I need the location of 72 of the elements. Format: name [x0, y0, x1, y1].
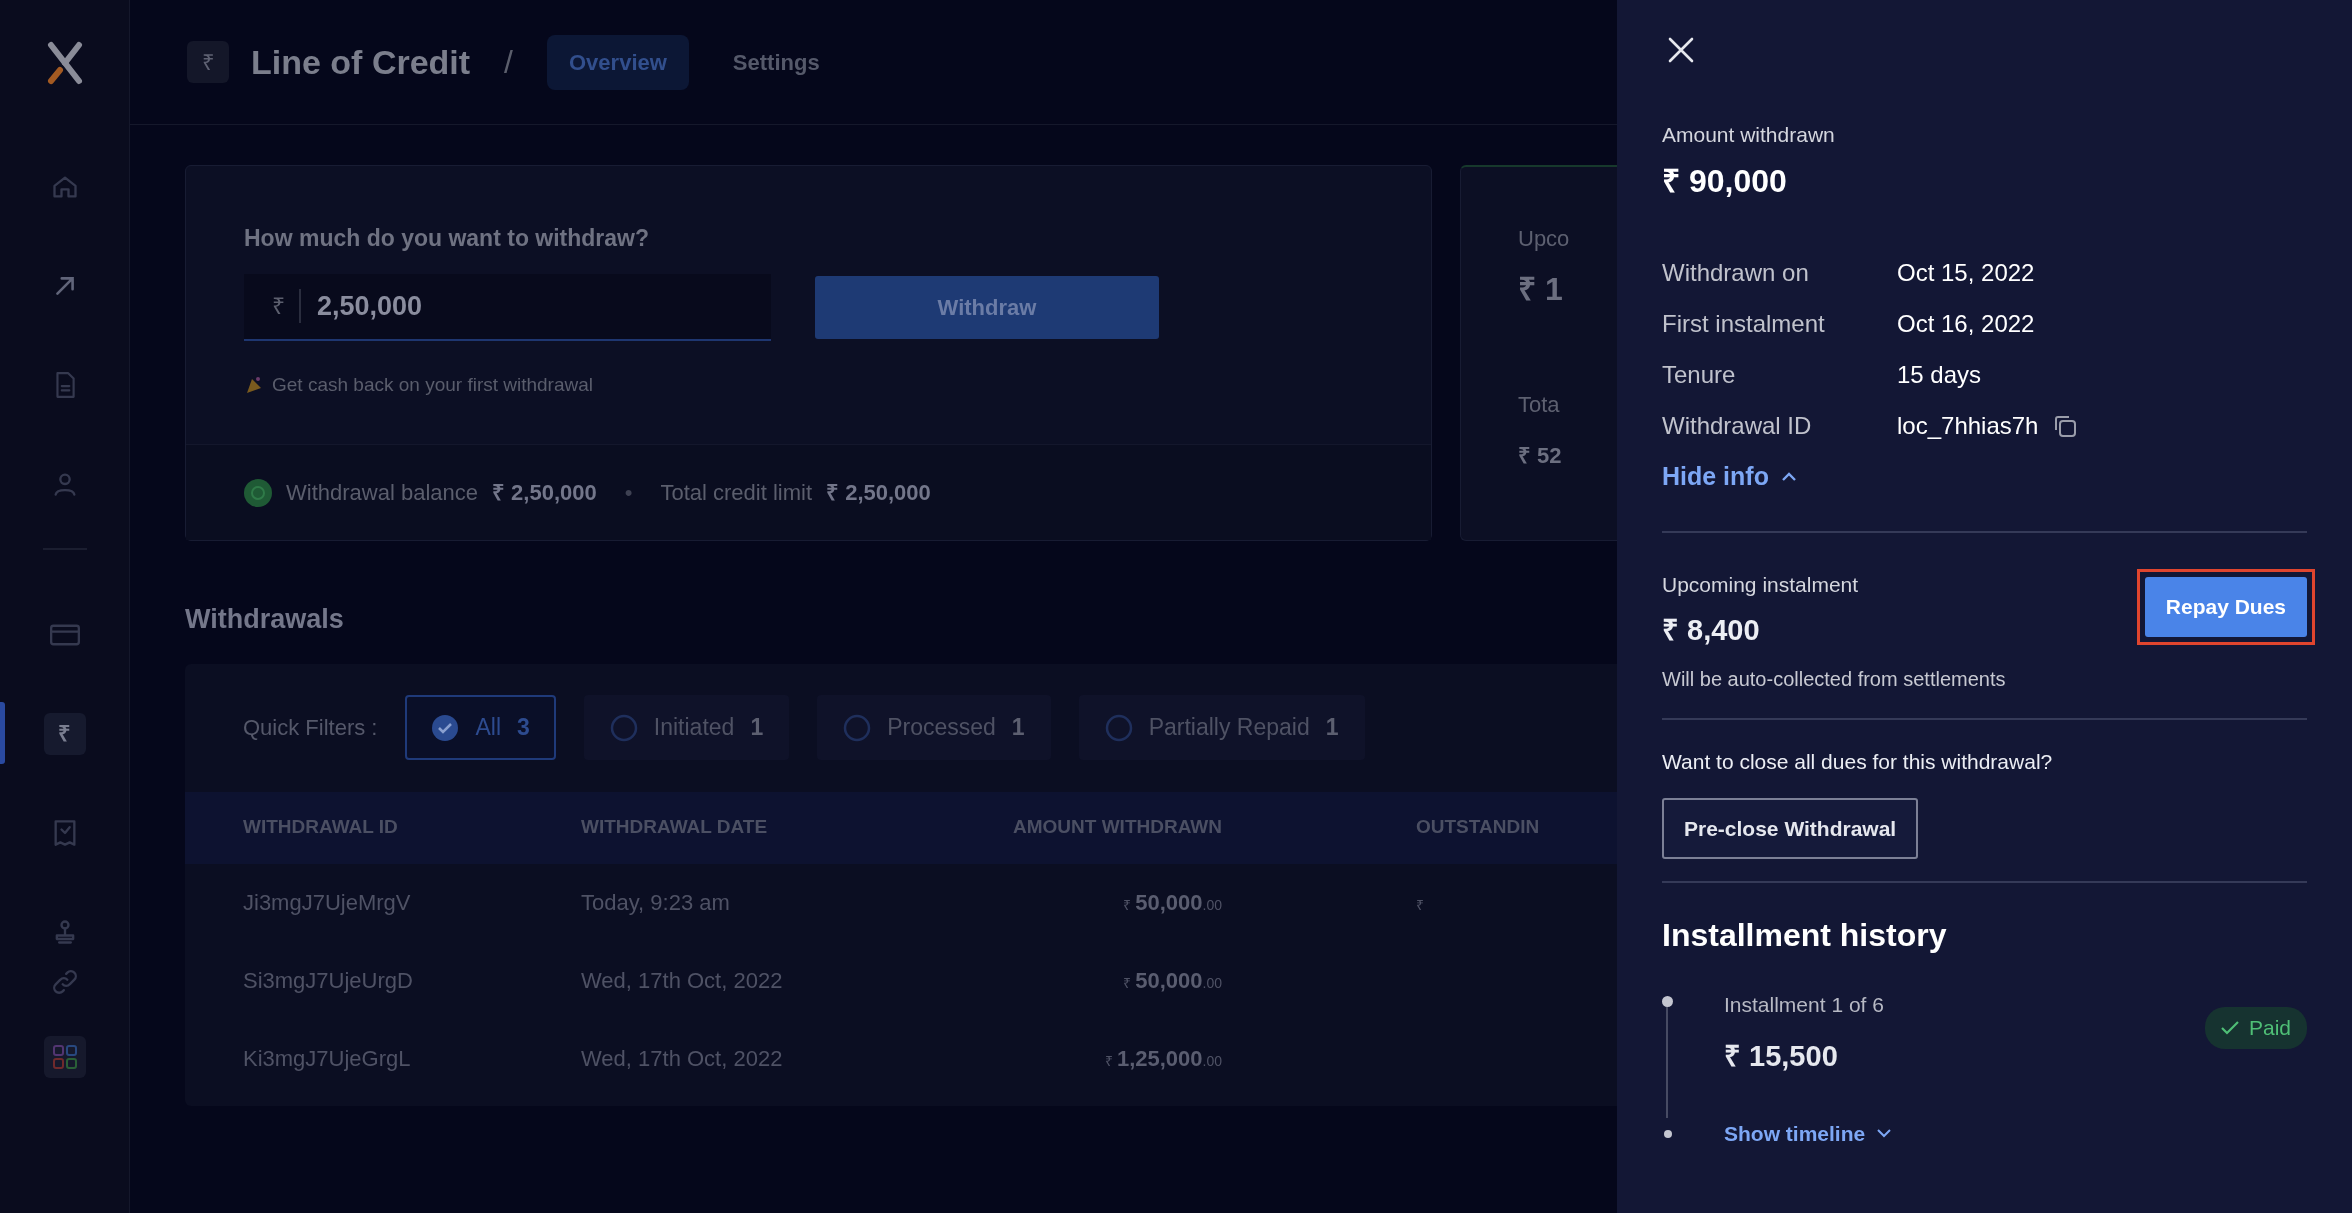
detail-label: First instalment	[1662, 308, 1826, 339]
filters-label: Quick Filters :	[243, 714, 378, 742]
question-label: How much do you want to withdraw?	[244, 224, 651, 253]
tab[interactable]: Settings	[710, 34, 842, 90]
link-icon[interactable]	[50, 968, 79, 996]
card-amount: ₹ 52	[1518, 442, 1563, 470]
card-amount: ₹ 1	[1518, 270, 1564, 309]
info-toggle[interactable]: Hide info	[1662, 457, 1797, 495]
upcoming-label: Upcoming instalment	[1662, 572, 1859, 598]
credit-limit-label: Total credit limit	[660, 479, 813, 507]
section-title: Withdrawals	[185, 603, 345, 636]
balance-label: Withdrawal balance	[286, 479, 478, 507]
timeline-dot	[1662, 996, 1673, 1007]
amount-value: ₹ 90,000	[1662, 161, 1788, 201]
check-icon	[2220, 1020, 2239, 1035]
detail-value: loc_7hhias7h	[1897, 410, 2039, 441]
card-label: Tota	[1518, 391, 1561, 419]
table-cell-text: Ki3mgJ7UjeGrgL	[243, 1045, 412, 1073]
card-icon[interactable]	[49, 622, 80, 647]
table-cell-text: Wed, 17th Oct, 2022	[581, 1045, 784, 1073]
auto-collect-note: Will be auto-collected from settlements	[1662, 667, 2007, 692]
promo-text: Get cash back on your first withdrawal	[272, 372, 594, 397]
amount-cell-text: ₹ 50,000.00	[1122, 967, 1222, 995]
breadcrumb-separator: /	[504, 43, 513, 82]
preclose-button[interactable]: Pre-close Withdrawal	[1662, 797, 1919, 859]
detail-value: Oct 16, 2022	[1897, 308, 2035, 339]
currency-prefix: ₹	[272, 288, 301, 324]
amount-field[interactable]: ₹ 2,50,000	[244, 273, 771, 341]
amount-input[interactable]: 2,50,000	[315, 284, 615, 328]
detail-value: 15 days	[1897, 359, 1982, 390]
rupee-badge: ₹	[187, 41, 229, 83]
filter-chip[interactable]: Partially Repaid 1	[1078, 695, 1365, 760]
column-header: AMOUNT WITHDRAWN	[1012, 815, 1222, 840]
detail-value: Oct 15, 2022	[1897, 257, 2035, 288]
credit-limit-value: ₹ 2,50,000	[826, 479, 931, 507]
column-header: WITHDRAWAL ID	[243, 815, 399, 840]
amount-cell-text: ₹ 50,000.00	[1122, 889, 1222, 917]
apps-grid-icon[interactable]	[43, 1035, 86, 1078]
tab[interactable]: Overview	[547, 34, 689, 90]
upcoming-amount: ₹ 8,400	[1662, 612, 1761, 648]
amount-label: Amount withdrawn	[1662, 122, 1836, 148]
timeline-dot	[1664, 1129, 1672, 1138]
separator-dot: •	[624, 479, 633, 507]
status-badge: Paid	[2204, 1007, 2307, 1049]
column-header: OUTSTANDIN	[1415, 815, 1541, 840]
balance-value: ₹ 2,50,000	[492, 479, 597, 507]
coin-icon	[244, 478, 272, 507]
table-cell-text: Today, 9:23 am	[581, 889, 731, 917]
detail-label: Withdrawal ID	[1662, 410, 1813, 441]
repay-button[interactable]: Repay Dues	[2144, 577, 2307, 637]
table-cell-text: Si3mgJ7UjeUrgD	[243, 967, 414, 995]
card-label: Upco	[1518, 225, 1571, 253]
close-icon[interactable]	[1668, 37, 1694, 63]
filter-chip[interactable]: Processed 1	[817, 695, 1051, 760]
show-timeline-link[interactable]: Show timeline	[1724, 1118, 1892, 1150]
table-cell: ₹	[1416, 897, 1424, 913]
table-cell-text: Ji3mgJ7UjeMrgV	[243, 889, 412, 917]
party-popper-icon	[244, 374, 264, 395]
installment-label: Installment 1 of 6	[1724, 992, 1884, 1018]
detail-label: Withdrawn on	[1662, 257, 1810, 288]
filter-chip[interactable]: All 3	[405, 695, 556, 760]
section-title: Installment history	[1662, 916, 1948, 955]
page-title: Line of Credit	[251, 41, 471, 83]
installment-amount: ₹ 15,500	[1724, 1038, 1839, 1074]
withdraw-button[interactable]: Withdraw	[815, 275, 1159, 339]
amount-cell-text: ₹ 1,25,000.00	[1104, 1045, 1222, 1073]
filter-chip[interactable]: Initiated 1	[583, 695, 790, 760]
nav-item[interactable]: ₹	[43, 712, 86, 755]
column-header: WITHDRAWAL DATE	[581, 815, 769, 840]
detail-label: Tenure	[1662, 359, 1737, 390]
table-cell-text: Wed, 17th Oct, 2022	[581, 967, 784, 995]
preclose-question: Want to close all dues for this withdrawal?	[1662, 749, 2054, 775]
